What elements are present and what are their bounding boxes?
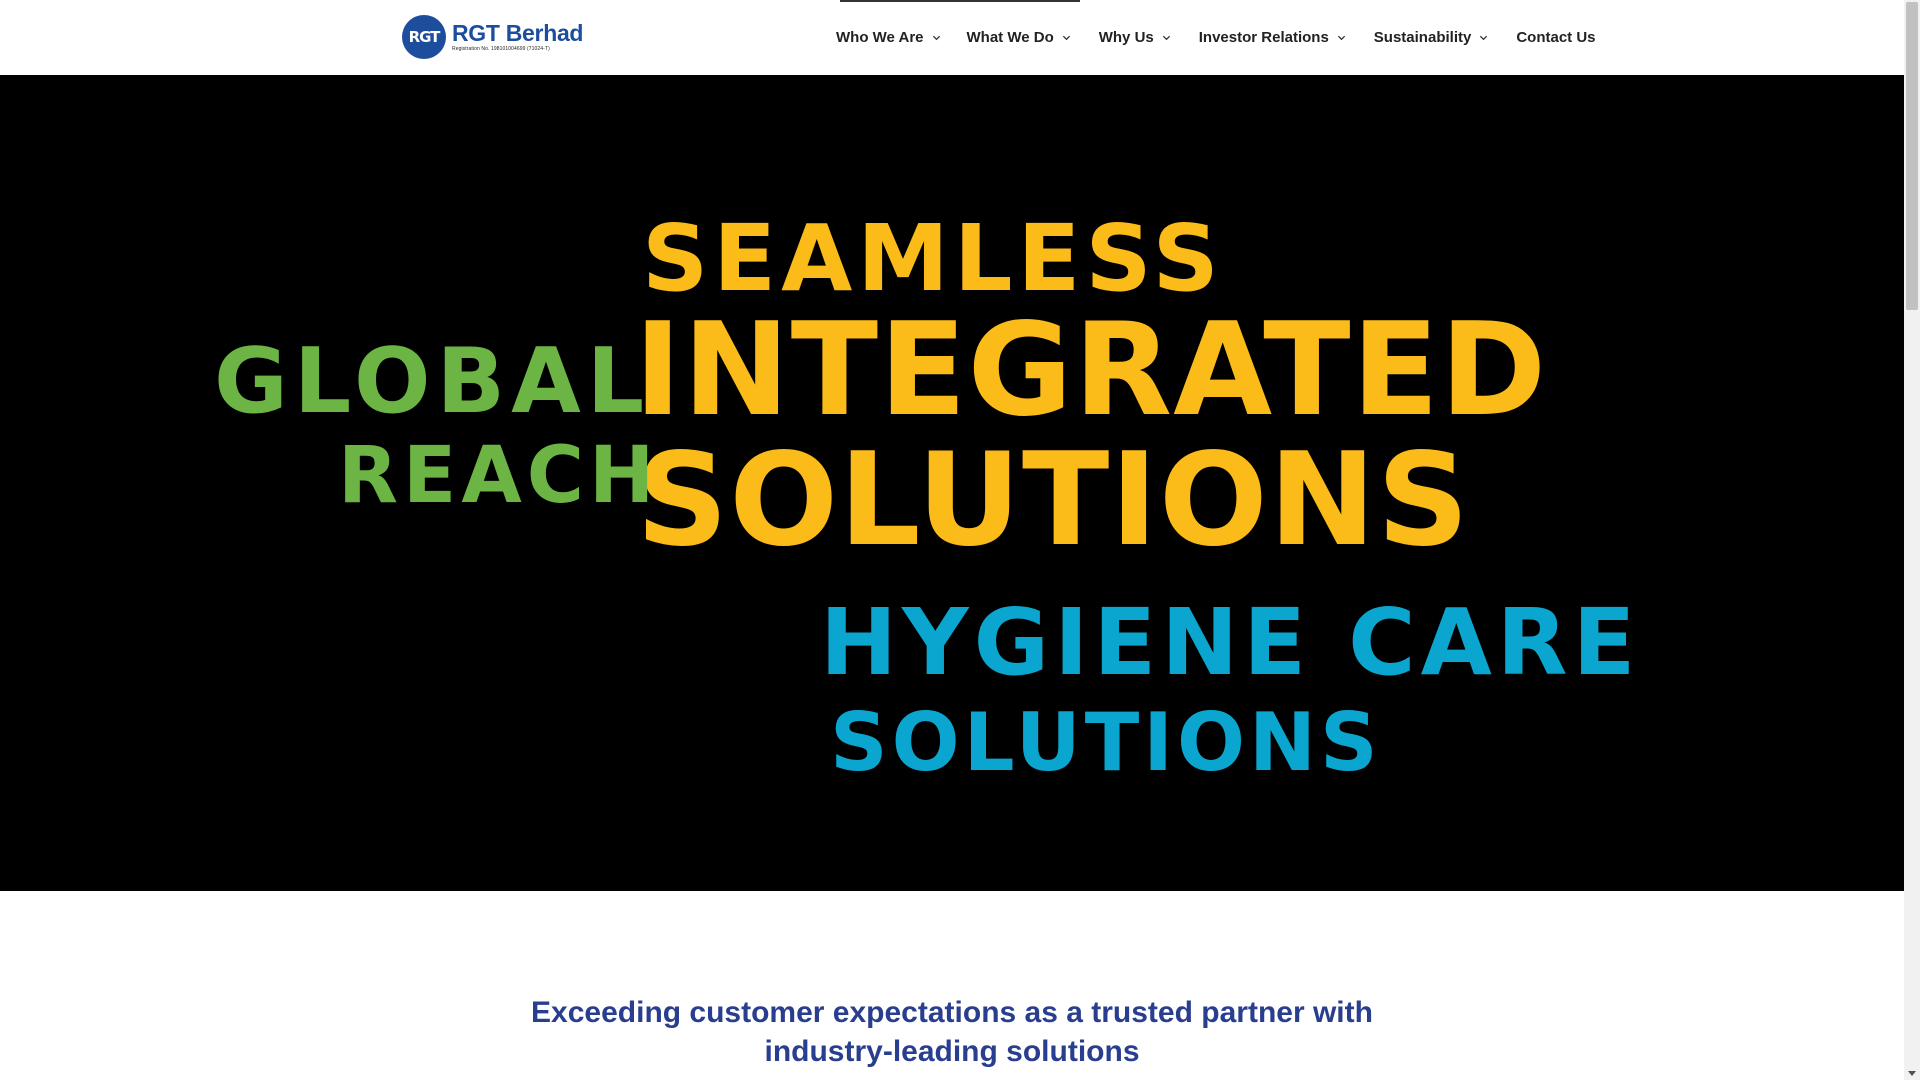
nav-item-label: Why Us [1098, 29, 1154, 46]
scroll-down-arrow-icon[interactable] [1908, 1071, 1916, 1076]
logo-text: RGT Berhad Registration No. 198101004699… [452, 22, 583, 52]
tagline-line-2: industry-leading solutions [764, 1034, 1140, 1068]
page-scrollbar[interactable] [1904, 0, 1920, 1080]
hero-word-solutions-secondary: SOLUTIONS [830, 696, 1382, 789]
hero-word-seamless: SEAMLESS [642, 205, 1224, 312]
nav-item-why-us[interactable]: Why Us [1099, 29, 1171, 46]
hero-word-solutions-primary: SOLUTIONS [636, 426, 1470, 575]
chevron-down-icon [1337, 35, 1345, 41]
nav-item-investor-relations[interactable]: Investor Relations [1199, 29, 1346, 46]
chevron-down-icon [1062, 35, 1070, 41]
site-header: RGT RGT Berhad Registration No. 19810100… [0, 0, 1904, 75]
nav-item-who-we-are[interactable]: Who We Are [836, 29, 941, 46]
main-nav: Who We Are What We Do Why Us Investor Re… [836, 0, 1596, 75]
nav-item-label: Sustainability [1373, 29, 1472, 46]
hero-word-hygiene-care: HYGIENE CARE [820, 589, 1641, 696]
hero-word-integrated: INTEGRATED [634, 296, 1548, 445]
nav-item-label: Contact Us [1516, 29, 1596, 46]
nav-item-contact-us[interactable]: Contact Us [1516, 29, 1595, 46]
logo-mark-icon: RGT [402, 15, 446, 59]
hero-banner: SEAMLESS INTEGRATED SOLUTIONS GLOBAL REA… [0, 75, 1904, 891]
scrollbar-thumb[interactable] [1906, 2, 1918, 310]
logo-name: RGT Berhad [452, 20, 584, 46]
hero-word-reach: REACH [338, 431, 660, 521]
nav-item-label: What We Do [966, 29, 1054, 46]
site-logo[interactable]: RGT RGT Berhad Registration No. 19810100… [402, 14, 583, 60]
nav-item-label: Who We Are [836, 29, 924, 46]
chevron-down-icon [932, 35, 940, 41]
hero-word-global: GLOBAL [214, 329, 651, 434]
logo-registration: Registration No. 198101004699 (71024-T) [452, 46, 550, 52]
chevron-down-icon [1480, 35, 1488, 41]
nav-item-sustainability[interactable]: Sustainability [1374, 29, 1489, 46]
tagline-line-1: Exceeding customer expectations as a tru… [531, 995, 1373, 1029]
tagline-heading: Exceeding customer expectations as a tru… [452, 993, 1452, 1071]
nav-item-what-we-do[interactable]: What We Do [967, 29, 1071, 46]
page: RGT RGT Berhad Registration No. 19810100… [0, 0, 1920, 1080]
chevron-down-icon [1162, 35, 1170, 41]
nav-item-label: Investor Relations [1198, 29, 1329, 46]
